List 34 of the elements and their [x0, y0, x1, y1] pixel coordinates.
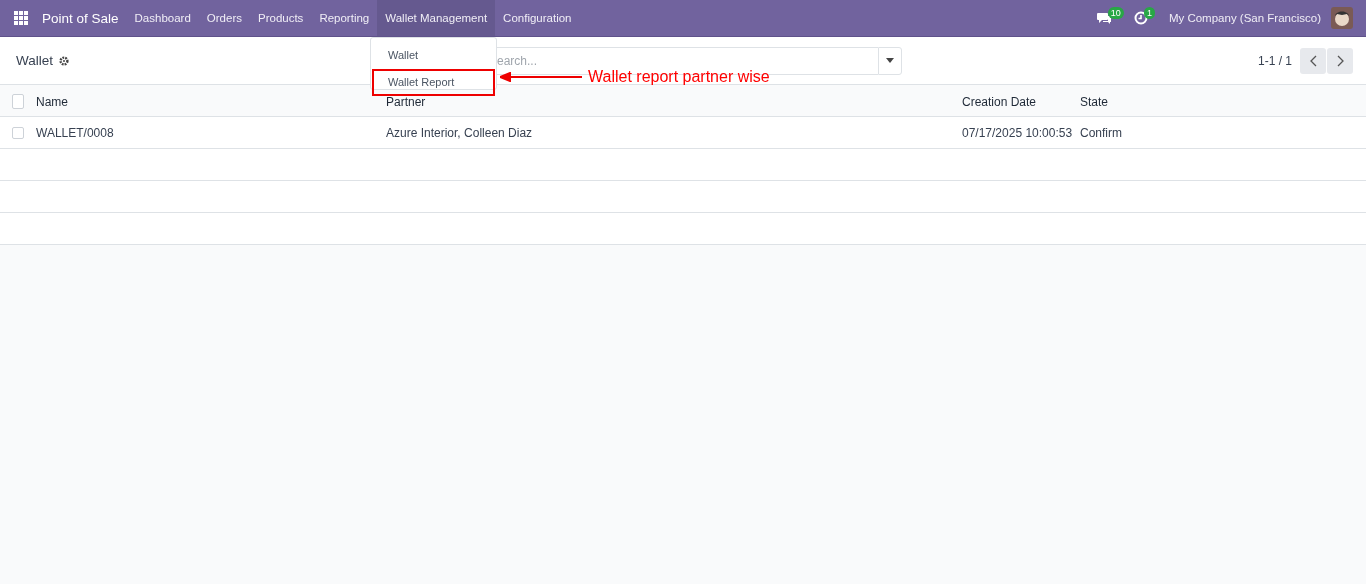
table-cell: Confirm — [1080, 126, 1122, 140]
message-count: 10 — [1107, 7, 1124, 19]
activity-count: 1 — [1143, 7, 1155, 19]
chevron-right-icon — [1336, 54, 1344, 67]
menu-item[interactable]: Reporting — [311, 0, 378, 36]
search-options-toggle[interactable] — [878, 46, 902, 75]
column-header[interactable]: State — [1080, 93, 1109, 109]
apps-grid-icon[interactable] — [14, 11, 28, 25]
row-checkbox[interactable] — [12, 127, 24, 139]
chevron-left-icon — [1309, 54, 1317, 67]
activities-button[interactable]: 1 — [1133, 7, 1155, 29]
chat-icon — [1096, 11, 1112, 25]
table-cell: WALLET/0008 — [36, 126, 114, 140]
table-cell: 07/17/2025 10:00:53 — [962, 126, 1073, 140]
column-header[interactable]: Partner — [386, 93, 426, 109]
menu-item[interactable]: Orders — [198, 0, 250, 36]
app-name[interactable]: Point of Sale — [37, 10, 127, 26]
column-header[interactable]: Name — [36, 93, 68, 109]
clock-icon — [1133, 11, 1148, 25]
column-header[interactable]: Creation Date — [962, 93, 1037, 109]
caret-icon — [886, 58, 894, 63]
messages-button[interactable]: 10 — [1096, 7, 1124, 29]
table-cell: Azure Interior, Colleen Diaz — [386, 126, 533, 140]
menu-item[interactable]: Products — [250, 0, 312, 36]
company-switcher[interactable]: My Company (San Francisco) — [1168, 12, 1321, 24]
settings-icon[interactable] — [59, 55, 69, 66]
page-title: Wallet — [16, 53, 53, 68]
dropdown-item[interactable]: Wallet Report — [372, 69, 495, 96]
pager-value: 1-1 / 1 — [1257, 53, 1292, 68]
menu-item[interactable]: Wallet Management — [377, 0, 496, 36]
menu-item[interactable]: Dashboard — [126, 0, 199, 36]
menu-item[interactable]: Configuration — [495, 0, 580, 36]
user-avatar[interactable] — [1331, 7, 1353, 29]
row-checkbox[interactable] — [12, 93, 24, 109]
